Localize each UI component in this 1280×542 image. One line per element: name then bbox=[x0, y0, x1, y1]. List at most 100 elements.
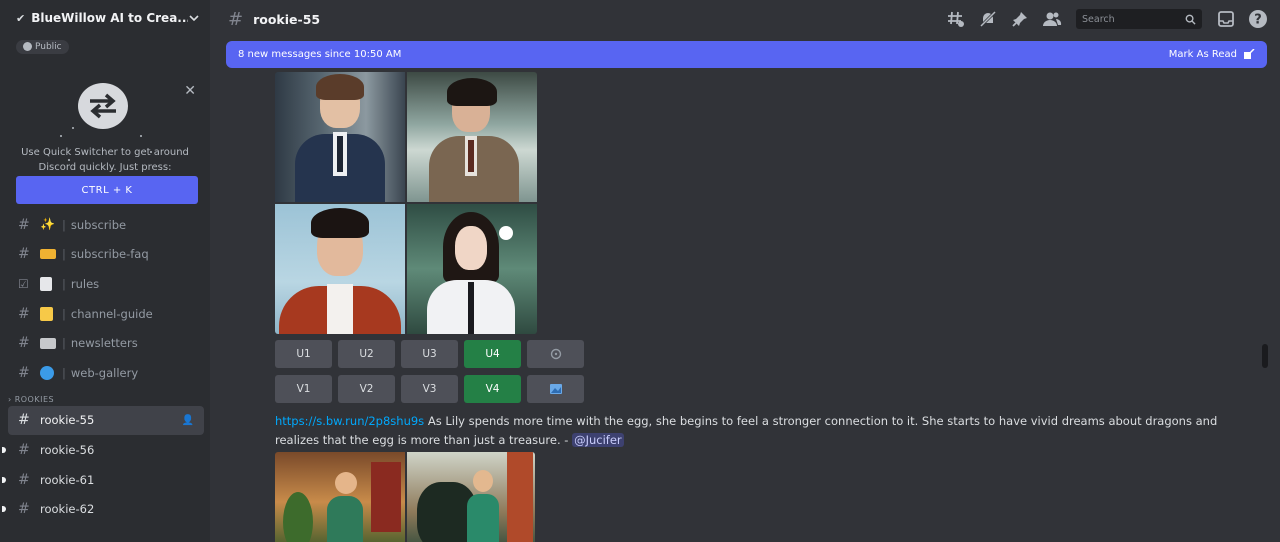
upscale-button-row: U1 U2 U3 U4 bbox=[275, 340, 584, 368]
verified-check-icon: ✔ bbox=[16, 11, 26, 25]
upscale-2-button[interactable]: U2 bbox=[338, 340, 395, 368]
channel-sidebar: ✔ BlueWillow AI to Crea... Public ✕ Use … bbox=[0, 0, 210, 542]
channel-label: web-gallery bbox=[70, 365, 139, 380]
channel-item-rookie-61[interactable]: # rookie-61 bbox=[0, 465, 210, 495]
channel-label: channel-guide bbox=[70, 306, 153, 321]
help-icon[interactable]: ? bbox=[1248, 9, 1268, 29]
member-list-icon[interactable] bbox=[1042, 9, 1062, 29]
message-scrollbar[interactable] bbox=[1262, 344, 1268, 368]
variation-button-row: V1 V2 V3 V4 bbox=[275, 375, 584, 403]
channel-label: rookie-56 bbox=[40, 442, 95, 457]
channel-item-channel-guide[interactable]: # | channel-guide bbox=[0, 299, 210, 329]
generated-image-3[interactable] bbox=[275, 204, 405, 334]
notification-muted-icon[interactable] bbox=[978, 9, 998, 29]
mark-read-icon bbox=[1244, 48, 1255, 59]
hash-icon: # bbox=[18, 501, 30, 518]
channel-label: rookie-62 bbox=[40, 502, 95, 517]
public-badge: Public bbox=[16, 39, 69, 54]
hash-icon: # bbox=[18, 441, 30, 458]
generated-image-6[interactable] bbox=[407, 452, 535, 542]
upscale-3-button[interactable]: U3 bbox=[401, 340, 458, 368]
new-messages-text: 8 new messages since 10:50 AM bbox=[238, 49, 402, 60]
variation-4-button[interactable]: V4 bbox=[464, 375, 521, 403]
generated-image-5[interactable] bbox=[275, 452, 405, 542]
message-link[interactable]: https://s.bw.run/2p8shu9s bbox=[275, 414, 424, 428]
message-area: U1 U2 U3 U4 V1 V2 V3 V4 https://s.bw.run… bbox=[210, 68, 1270, 542]
image-action-button[interactable] bbox=[527, 375, 584, 403]
generated-image-1[interactable] bbox=[275, 72, 405, 202]
message-text: https://s.bw.run/2p8shu9s As Lily spends… bbox=[275, 412, 1235, 450]
channel-item-rookie-62[interactable]: # rookie-62 bbox=[0, 494, 210, 524]
hash-icon: # bbox=[18, 246, 30, 263]
upscale-4-button[interactable]: U4 bbox=[464, 340, 521, 368]
checkbox-icon: ☑ bbox=[18, 276, 29, 291]
search-box[interactable] bbox=[1076, 9, 1202, 29]
image-icon bbox=[549, 384, 562, 394]
hash-icon: # bbox=[18, 305, 30, 322]
server-name: BlueWillow AI to Crea... bbox=[31, 11, 188, 25]
search-input[interactable] bbox=[1082, 13, 1185, 25]
credit-card-icon bbox=[40, 249, 56, 260]
chevron-down-icon bbox=[189, 15, 199, 22]
threads-icon[interactable] bbox=[946, 9, 966, 29]
newspaper-icon bbox=[40, 337, 56, 349]
reroll-button[interactable] bbox=[527, 340, 584, 368]
channel-list: # ✨ | subscribe # | subscribe-faq ☑ | ru… bbox=[0, 210, 210, 524]
channel-item-subscribe-faq[interactable]: # | subscribe-faq bbox=[0, 240, 210, 270]
unread-indicator bbox=[2, 446, 6, 453]
user-mention[interactable]: @Jucifer bbox=[572, 433, 624, 447]
variation-1-button[interactable]: V1 bbox=[275, 375, 332, 403]
generated-image-4[interactable] bbox=[407, 204, 537, 334]
channel-header: # rookie-55 ? bbox=[210, 0, 1280, 38]
channel-label: rookie-55 bbox=[40, 413, 95, 428]
page-icon bbox=[40, 276, 52, 291]
hash-icon: # bbox=[18, 216, 30, 233]
channel-item-rookie-56[interactable]: # rookie-56 bbox=[0, 435, 210, 465]
generated-image-grid[interactable] bbox=[275, 72, 537, 334]
channel-item-newsletters[interactable]: # | newsletters bbox=[0, 328, 210, 358]
quick-switcher-shortcut-button[interactable]: CTRL + K bbox=[16, 176, 198, 204]
globe-icon bbox=[23, 42, 32, 51]
globe-icon bbox=[40, 365, 54, 380]
category-label: ROOKIES bbox=[14, 394, 55, 404]
search-icon bbox=[1185, 14, 1196, 25]
channel-item-web-gallery[interactable]: # | web-gallery bbox=[0, 358, 210, 388]
server-header[interactable]: ✔ BlueWillow AI to Crea... bbox=[0, 0, 210, 36]
channel-item-rookie-55[interactable]: # rookie-55 👤 bbox=[8, 405, 204, 436]
pin-icon[interactable] bbox=[1010, 9, 1030, 29]
second-generated-image-grid[interactable] bbox=[275, 452, 535, 542]
inbox-icon[interactable] bbox=[1216, 9, 1236, 29]
hash-icon: # bbox=[228, 8, 244, 30]
channel-item-rules[interactable]: ☑ | rules bbox=[0, 269, 210, 299]
hash-icon: # bbox=[18, 364, 30, 381]
channel-title: rookie-55 bbox=[253, 11, 321, 27]
new-messages-bar[interactable]: 8 new messages since 10:50 AM Mark As Re… bbox=[226, 41, 1267, 68]
channel-label: rules bbox=[70, 276, 100, 291]
swap-arrows-icon bbox=[78, 83, 128, 129]
channel-label: subscribe bbox=[70, 217, 127, 232]
notepad-icon bbox=[40, 306, 53, 321]
channel-label: rookie-61 bbox=[40, 472, 95, 487]
public-badge-label: Public bbox=[35, 41, 62, 52]
generated-image-2[interactable] bbox=[407, 72, 537, 202]
mark-as-read-button[interactable]: Mark As Read bbox=[1168, 48, 1255, 61]
unread-indicator bbox=[2, 506, 6, 513]
variation-3-button[interactable]: V3 bbox=[401, 375, 458, 403]
reroll-icon bbox=[550, 348, 561, 360]
upscale-1-button[interactable]: U1 bbox=[275, 340, 332, 368]
hash-icon: # bbox=[18, 335, 30, 352]
quick-switcher-description: Use Quick Switcher to get around Discord… bbox=[21, 147, 189, 173]
mark-as-read-label: Mark As Read bbox=[1168, 49, 1237, 60]
hash-icon: # bbox=[18, 471, 30, 488]
svg-text:?: ? bbox=[1254, 13, 1262, 28]
channel-label: newsletters bbox=[70, 336, 138, 351]
channel-label: subscribe-faq bbox=[70, 247, 149, 262]
hash-icon: # bbox=[18, 412, 30, 429]
category-chevron-icon: › bbox=[8, 394, 12, 404]
add-member-icon[interactable]: 👤 bbox=[182, 415, 194, 426]
variation-2-button[interactable]: V2 bbox=[338, 375, 395, 403]
sparkles-icon: ✨ bbox=[40, 217, 55, 232]
close-icon[interactable]: ✕ bbox=[184, 83, 196, 99]
category-rookies[interactable]: › ROOKIES bbox=[0, 388, 210, 406]
channel-item-subscribe[interactable]: # ✨ | subscribe bbox=[0, 210, 210, 240]
